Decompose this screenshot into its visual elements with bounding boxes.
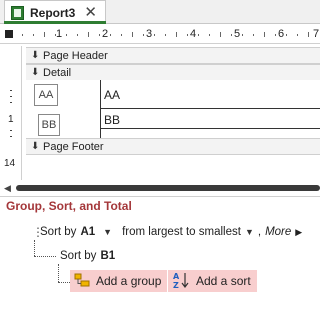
ruler-tick xyxy=(10,96,12,97)
ruler-number: 4 xyxy=(190,28,197,40)
ruler-tick xyxy=(242,34,243,36)
tree-connector xyxy=(58,264,59,282)
ruler-tick xyxy=(10,130,12,131)
footer-ruler-marker: 14 xyxy=(4,158,16,169)
page-footer-section-bar[interactable]: ⬇ Page Footer xyxy=(26,138,320,155)
ruler-tick xyxy=(121,34,122,36)
label-control-aa[interactable]: AA xyxy=(34,84,58,106)
order-dropdown-icon[interactable]: ▼ xyxy=(245,227,254,237)
ruler-tick xyxy=(209,34,210,36)
ruler-tick xyxy=(88,32,89,37)
ruler-tick xyxy=(286,34,287,36)
ruler-tick xyxy=(220,32,221,37)
svg-text:Z: Z xyxy=(173,281,179,289)
sort-level-1[interactable]: ⋮ Sort by A1 ▼ from largest to smallest … xyxy=(32,224,302,240)
document-tab-bar: Report3 ✕ xyxy=(0,0,320,24)
group-sort-total-title: Group, Sort, and Total xyxy=(6,199,132,213)
textbox-aa[interactable]: AA xyxy=(104,88,120,102)
ruler-tick xyxy=(165,34,166,36)
ruler-tick xyxy=(308,32,309,37)
ruler-tick xyxy=(66,34,67,36)
field-dropdown-icon[interactable]: ▼ xyxy=(103,227,112,237)
textbox-bb[interactable]: BB xyxy=(104,113,120,127)
ruler-number: 5 xyxy=(234,28,241,40)
ruler-tick xyxy=(176,32,177,37)
control-border xyxy=(100,80,101,138)
ruler-number: 1 xyxy=(56,28,63,40)
ruler-tick xyxy=(10,90,12,91)
add-sort-label: Add a sort xyxy=(196,274,251,288)
ruler-tick xyxy=(110,34,111,36)
scrollbar-thumb[interactable] xyxy=(16,185,320,191)
ruler-tick xyxy=(297,34,298,36)
add-sort-button[interactable]: A Z Add a sort xyxy=(168,270,257,292)
sort-field[interactable]: A1 xyxy=(80,226,95,238)
sort-az-icon: A Z xyxy=(172,271,190,292)
drag-handle-icon[interactable]: ⋮ xyxy=(32,225,44,239)
sort-field[interactable]: B1 xyxy=(100,250,115,262)
page-header-section-bar[interactable]: ⬇ Page Header xyxy=(26,47,320,64)
horizontal-ruler: 1 2 3 4 5 6 7 xyxy=(0,26,320,44)
label-control-bb[interactable]: BB xyxy=(38,114,60,136)
sort-level-2[interactable]: Sort by B1 xyxy=(60,248,115,264)
ruler-number: 1 xyxy=(8,114,14,125)
ruler-tick xyxy=(253,34,254,36)
control-border xyxy=(100,128,320,129)
pane-divider xyxy=(0,196,320,197)
ruler-number: 3 xyxy=(146,28,153,40)
horizontal-scrollbar[interactable]: ◀ xyxy=(0,182,320,194)
ruler-tick xyxy=(154,34,155,36)
sort-order[interactable]: from largest to smallest xyxy=(122,226,241,238)
section-arrow-icon: ⬇ xyxy=(31,141,40,152)
add-group-button[interactable]: Add a group xyxy=(70,270,168,292)
section-label: Detail xyxy=(43,66,72,79)
control-border xyxy=(100,108,320,109)
ruler-tick xyxy=(132,32,133,37)
ruler-tick xyxy=(10,102,12,103)
detail-section[interactable]: AA BB AA BB xyxy=(26,80,320,138)
ruler-tick xyxy=(44,32,45,37)
section-label: Page Footer xyxy=(43,140,104,153)
sort-prefix: Sort by xyxy=(40,226,77,238)
svg-text:A: A xyxy=(173,272,180,281)
scroll-left-icon[interactable]: ◀ xyxy=(4,183,11,194)
ruler-number: 7 xyxy=(313,28,320,40)
more-link[interactable]: More xyxy=(265,226,291,238)
section-label: Page Header xyxy=(43,49,108,62)
ruler-tick xyxy=(22,34,23,36)
report-icon xyxy=(11,5,24,20)
ruler-tick xyxy=(198,34,199,36)
ruler-tick xyxy=(275,34,276,36)
ruler-tick xyxy=(99,34,100,36)
ruler-tick xyxy=(264,32,265,37)
tree-connector xyxy=(58,282,70,283)
section-arrow-icon: ⬇ xyxy=(31,50,40,61)
ruler-tick xyxy=(187,34,188,36)
add-group-label: Add a group xyxy=(96,274,162,288)
ruler-tick xyxy=(231,34,232,36)
ruler-tick xyxy=(77,34,78,36)
tree-connector xyxy=(34,256,56,257)
tab-title: Report3 xyxy=(30,5,76,20)
more-arrow-icon[interactable]: ▶ xyxy=(295,227,302,238)
add-group-icon xyxy=(74,272,90,291)
close-icon[interactable]: ✕ xyxy=(84,5,97,20)
section-arrow-icon: ⬇ xyxy=(31,67,40,78)
sort-prefix: Sort by xyxy=(60,250,97,262)
comma-separator: , xyxy=(257,226,262,238)
report-selector[interactable] xyxy=(5,30,13,38)
ruler-number: 2 xyxy=(102,28,109,40)
ruler-number: 6 xyxy=(278,28,285,40)
active-tab-indicator xyxy=(4,21,106,24)
ruler-tick xyxy=(10,136,12,137)
detail-section-bar[interactable]: ⬇ Detail xyxy=(26,64,320,81)
tree-connector xyxy=(34,240,35,256)
ruler-tick xyxy=(143,34,144,36)
ruler-tick xyxy=(55,34,56,36)
ruler-tick xyxy=(33,34,34,36)
